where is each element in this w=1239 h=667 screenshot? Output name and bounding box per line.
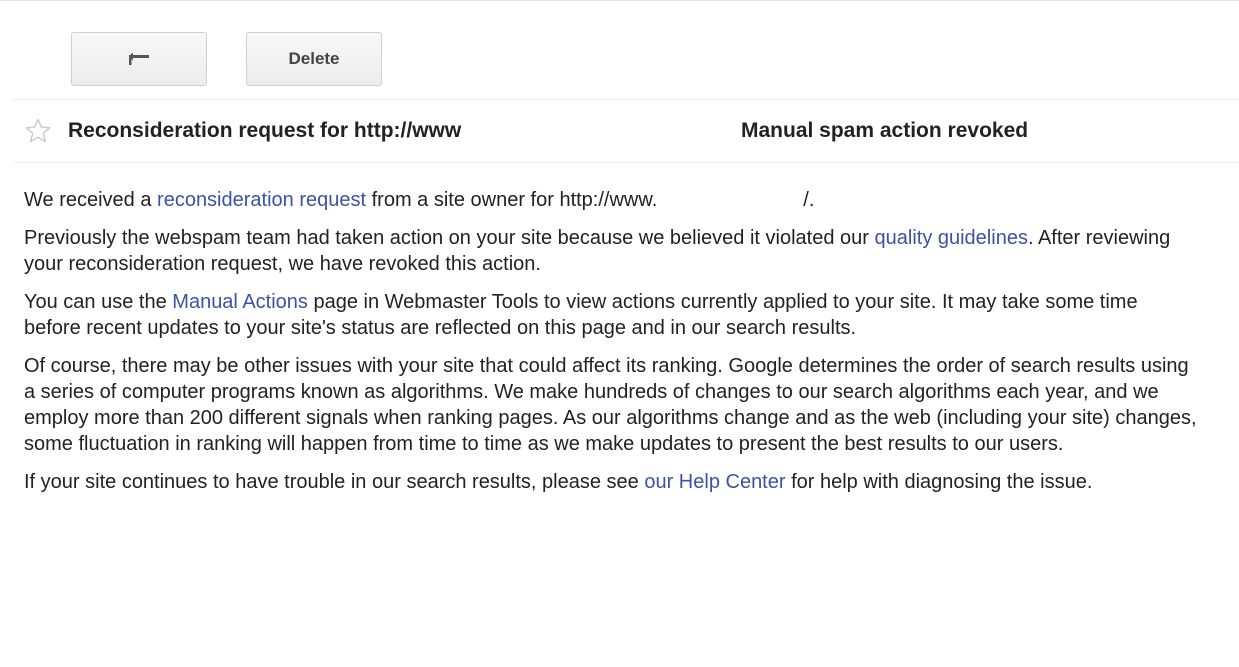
toolbar: Delete <box>0 1 1239 97</box>
paragraph: We received a reconsideration request fr… <box>24 189 815 211</box>
manual-actions-link[interactable]: Manual Actions <box>172 291 308 313</box>
delete-button-label: Delete <box>288 49 340 68</box>
paragraph: Previously the webspam team had taken ac… <box>24 227 1171 275</box>
message-body: We received a reconsideration request fr… <box>24 187 1199 507</box>
message-status: Manual spam action revoked <box>741 119 1029 142</box>
paragraph: You can use the Manual Actions page in W… <box>24 291 1138 339</box>
help-center-link[interactable]: our Help Center <box>644 471 785 493</box>
message-subject: Reconsideration request for http://www <box>68 119 462 142</box>
reconsideration-request-link[interactable]: reconsideration request <box>157 189 366 211</box>
back-arrow-icon <box>129 52 149 65</box>
back-button[interactable] <box>71 32 207 86</box>
delete-button[interactable]: Delete <box>246 32 382 86</box>
subject-row: Reconsideration request for http://www M… <box>0 100 1239 162</box>
divider <box>14 162 1239 163</box>
paragraph: Of course, there may be other issues wit… <box>24 355 1197 455</box>
email-view: Delete Reconsideration request for http:… <box>0 0 1239 667</box>
star-outline-icon[interactable] <box>24 117 52 145</box>
paragraph: If your site continues to have trouble i… <box>24 471 1093 493</box>
quality-guidelines-link[interactable]: quality guidelines <box>875 227 1028 249</box>
